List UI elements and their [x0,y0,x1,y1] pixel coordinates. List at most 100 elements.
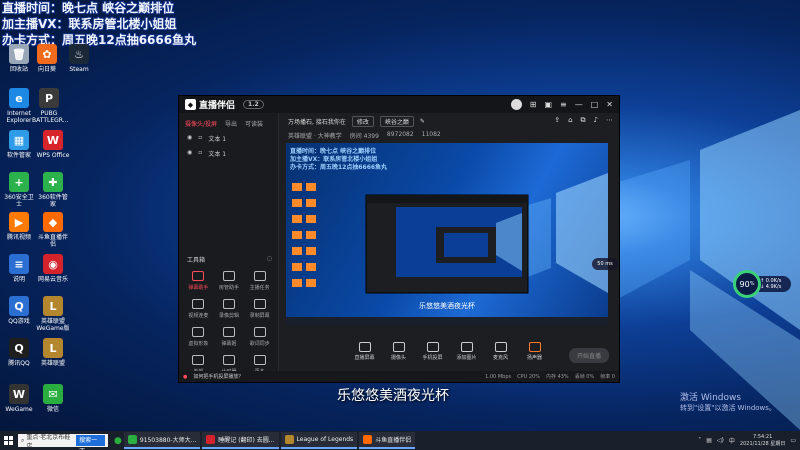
menu-icon[interactable]: ≡ [560,100,567,109]
desktop-icon[interactable]: ◉ 网易云音乐 [36,254,70,283]
start-button[interactable] [0,431,16,450]
desktop-icon[interactable]: Q 腾讯QQ [2,338,36,367]
app-icon: ▶ [9,212,29,232]
desktop-icon[interactable]: W WPS Office [36,130,70,159]
desktop-icon[interactable]: ≡ 说明 [2,254,36,283]
lock-icon[interactable]: ▫ [198,149,202,158]
tool-icon [253,355,266,365]
category-selector[interactable]: 峡谷之巅 [379,116,414,127]
task-view-icon[interactable]: ● [114,436,122,446]
stream-preview[interactable]: 直播时间：晚七点 峡谷之巅排位 加主播VX：联系房管北楼小姐姐 办卡方式：周五晚… [286,143,608,325]
desktop-icon[interactable]: P PUBG BATTLEGR... [32,88,68,124]
clock[interactable]: 7:54:21 2021/11/28 星期日 [740,434,785,448]
tab-readable[interactable]: 可读装 [245,119,263,128]
eye-icon[interactable]: ◉ [187,134,192,143]
desktop-icon[interactable]: W WeGame [2,384,36,413]
close-button[interactable]: ✕ [606,100,613,109]
skin-icon[interactable]: ⊞ [530,100,537,109]
desktop-icon[interactable]: +360安全卫士 [2,172,36,208]
search-button[interactable]: 搜索一下 [76,435,105,450]
go-live-button[interactable]: 开始直播 [568,348,609,363]
desktop-icon[interactable]: ♨ Steam [62,44,96,73]
tool-label: 录像剪辑 [218,313,239,319]
lock-icon[interactable]: ▫ [198,134,202,143]
bell-icon[interactable]: ♪ [594,116,598,125]
app-logo: ◆ 直播伴侣 1.2 [185,98,264,111]
system-tray: ˄ ▤ ◁) 中 7:54:21 2021/11/28 星期日 ▭ [698,434,800,448]
taskbar-search[interactable]: ⌕ 重点·老北京布鞋店 搜索一下 [18,432,108,450]
status-tip[interactable]: 如何把手机投屏播放？ [193,373,479,380]
minimize-button[interactable]: — [575,100,583,109]
settings-icon[interactable]: ◌ [267,255,272,264]
tool-item[interactable]: 主播任务 [244,271,275,291]
share-icon[interactable]: ⇪ [554,116,560,125]
desktop-icon-label: WPS Office [36,152,70,159]
taskbar-item[interactable]: 91503880-大师大... [123,432,201,449]
svg-text:加主播VX：联系房管北楼小姐姐: 加主播VX：联系房管北楼小姐姐 [289,155,377,163]
control-button[interactable]: 扬声器 [523,342,547,361]
fish-logo-icon: ◆ [185,99,196,110]
desktop-icon[interactable]: L 英雄联盟 WeGame版 [36,296,70,332]
maximize-button[interactable]: □ [591,100,599,109]
tool-item[interactable]: 房管助手 [214,271,245,291]
tool-label: 房管助手 [218,285,239,291]
tool-item[interactable]: 弹幕姬 [214,327,245,347]
ime-icon[interactable]: 中 [729,436,735,445]
taskbar-item[interactable]: 斗鱼直播伴侣 [359,432,416,449]
taskbar-item-label: 91503880-大师大... [139,437,197,444]
scene-item[interactable]: ◉ ▫ 文本 1 [179,131,278,146]
desktop-icon[interactable]: ◆ 斗鱼直播伴侣 [36,212,70,248]
preview-caption: 乐悠悠美酒夜光杯 [419,302,475,310]
main-panel: 万场播石, 接石我你在 修改 峡谷之巅 ✎ 英雄联盟 · 大神教学 房间 439… [280,113,619,382]
tool-icon [222,299,235,309]
avatar[interactable] [510,99,522,110]
notification-icon[interactable]: ▭ [790,437,796,444]
tool-item[interactable]: 录制屏幕 [244,299,275,319]
network-widget[interactable]: ↑ 0.0K/s ↓ 4.9K/s 90% [733,270,793,298]
lock-icon[interactable]: ⌂ [568,116,572,125]
tray-expand-icon[interactable]: ˄ [698,437,701,444]
tab-export[interactable]: 导出 [225,119,237,128]
tool-icon [222,327,235,337]
search-input[interactable]: 重点·老北京布鞋店 [26,432,74,450]
left-panel: 摄像头/投屏 导出 可读装 ◉ ▫ 文本 1 ◉ ▫ 文本 1 工具箱 ◌ 弹幕助手… [179,113,279,382]
edit-title-button[interactable]: 修改 [351,116,374,127]
control-button[interactable]: 手机投屏 [421,342,445,361]
tool-item[interactable]: 歌词同步 [244,327,275,347]
volume-icon[interactable]: ◁) [717,437,724,444]
desktop-icon[interactable]: L 英雄联盟 [36,338,70,367]
desktop-icon-label: 英雄联盟 WeGame版 [36,318,70,332]
tool-item[interactable]: 虚拟形象 [183,327,214,347]
taskbar-app-icon [363,435,373,444]
tool-item[interactable]: 视频连麦 [183,299,214,319]
version-badge: 1.2 [243,100,264,109]
eye-icon[interactable]: ◉ [187,149,192,158]
control-button[interactable]: 直播屏幕 [353,342,377,361]
ping-widget[interactable]: 50 ms [592,258,618,270]
taskbar-app-icon [127,435,137,444]
desktop-icon-label: 腾讯视频 [6,234,31,241]
desktop-icon[interactable]: ▦ 软件管家 [2,130,36,159]
tool-item[interactable]: 录像剪辑 [214,299,245,319]
app-icon: W [9,384,29,404]
control-button[interactable]: 麦克风 [489,342,513,361]
more-icon[interactable]: ⋯ [606,116,613,125]
taskbar-item[interactable]: League of Legends [280,432,358,449]
copy-icon[interactable]: ⧉ [581,116,586,125]
desktop-icon[interactable]: Q QQ游戏 [2,296,36,325]
network-icon[interactable]: ▤ [706,437,712,444]
desktop-icon[interactable]: e Internet Explorer [2,88,36,124]
gift-icon[interactable]: ▣ [544,100,552,109]
desktop-icon[interactable]: ✿ 向日葵 [30,44,64,73]
desktop-icon[interactable]: ✉ 微信 [36,384,70,413]
pencil-icon[interactable]: ✎ [420,118,425,125]
scene-item[interactable]: ◉ ▫ 文本 1 [179,146,278,161]
control-button[interactable]: 摄像头 [387,342,411,361]
tool-item[interactable]: 弹幕助手 [183,271,214,291]
control-button[interactable]: 添加图片 [455,342,479,361]
desktop-icon[interactable]: ▶ 腾讯视频 [2,212,36,241]
control-icon [426,342,439,352]
taskbar-item[interactable]: 睡醒记 (翻印) 去圆... [202,432,279,449]
desktop-icon[interactable]: ✚ 360软件管家 [36,172,70,208]
tab-capture[interactable]: 摄像头/投屏 [185,119,217,128]
